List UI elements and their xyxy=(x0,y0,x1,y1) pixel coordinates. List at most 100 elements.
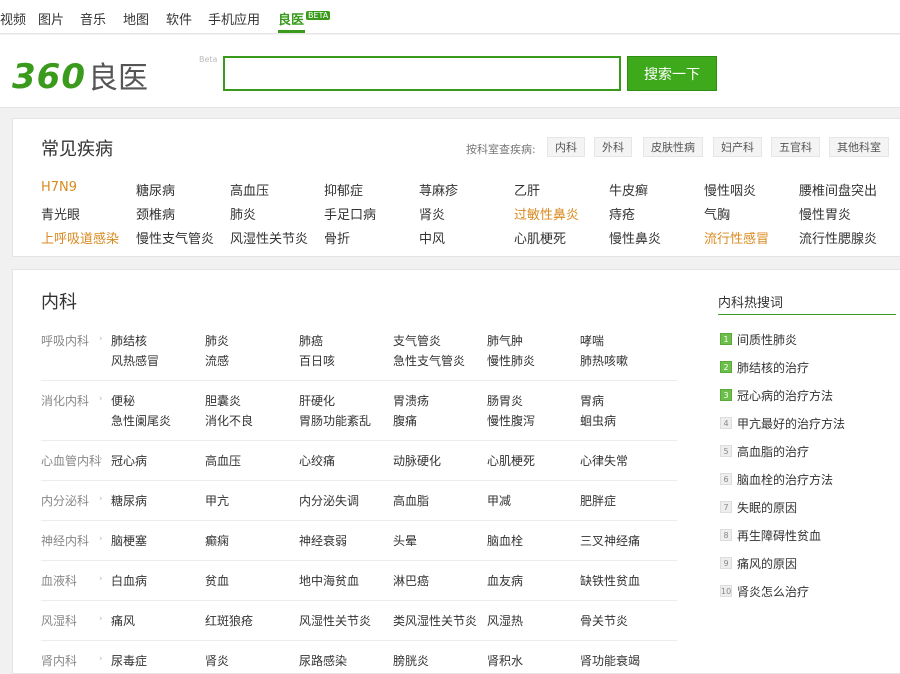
disease-link[interactable]: 颈椎病 xyxy=(136,204,175,223)
category-label[interactable]: 消化内科 xyxy=(41,392,89,409)
disease-link[interactable]: 冠心病 xyxy=(111,452,147,469)
disease-link[interactable]: 淋巴癌 xyxy=(393,572,429,589)
category-label[interactable]: 内分泌科 xyxy=(41,492,89,509)
dept-tag-internal[interactable]: 内科 xyxy=(547,137,585,157)
disease-link[interactable]: 肺结核 xyxy=(111,332,147,349)
disease-link[interactable]: 腰椎间盘突出 xyxy=(799,180,877,199)
disease-link[interactable]: 红斑狼疮 xyxy=(205,612,253,629)
disease-link[interactable]: 肺热咳嗽 xyxy=(580,352,628,369)
disease-link[interactable]: 内分泌失调 xyxy=(299,492,359,509)
disease-link[interactable]: 动脉硬化 xyxy=(393,452,441,469)
disease-link[interactable]: 乙肝 xyxy=(514,180,540,199)
category-label[interactable]: 神经内科 xyxy=(41,532,89,549)
hot-search-item[interactable]: 失眠的原因 xyxy=(737,499,797,516)
logo[interactable]: 360良医 Beta xyxy=(12,53,217,97)
dept-tag-obgyn[interactable]: 妇产科 xyxy=(713,137,762,157)
disease-link[interactable]: 慢性咽炎 xyxy=(704,180,756,199)
disease-link[interactable]: 慢性鼻炎 xyxy=(609,228,661,247)
nav-mobile-apps[interactable]: 手机应用 xyxy=(208,9,260,28)
nav-music[interactable]: 音乐 xyxy=(80,9,106,28)
disease-link[interactable]: 流行性感冒 xyxy=(704,228,769,247)
disease-link[interactable]: 骨关节炎 xyxy=(580,612,628,629)
disease-link[interactable]: 膀胱炎 xyxy=(393,652,429,669)
search-input[interactable] xyxy=(223,56,621,91)
disease-link[interactable]: 心肌梗死 xyxy=(514,228,566,247)
disease-link[interactable]: 高血压 xyxy=(230,180,269,199)
disease-link[interactable]: 手足口病 xyxy=(324,204,376,223)
disease-link[interactable]: 肥胖症 xyxy=(580,492,616,509)
disease-link[interactable]: 贫血 xyxy=(205,572,229,589)
disease-link[interactable]: 甲亢 xyxy=(205,492,229,509)
disease-link[interactable]: 肾炎 xyxy=(205,652,229,669)
disease-link[interactable]: 胃病 xyxy=(580,392,604,409)
disease-link[interactable]: 尿路感染 xyxy=(299,652,347,669)
disease-link[interactable]: 风湿热 xyxy=(487,612,523,629)
disease-link[interactable]: 抑郁症 xyxy=(324,180,363,199)
disease-link[interactable]: 慢性腹泻 xyxy=(487,412,535,429)
disease-link[interactable]: 心肌梗死 xyxy=(487,452,535,469)
nav-video[interactable]: 视频 xyxy=(0,9,26,28)
disease-link[interactable]: 类风湿性关节炎 xyxy=(393,612,477,629)
disease-link[interactable]: 急性支气管炎 xyxy=(393,352,465,369)
nav-software[interactable]: 软件 xyxy=(166,9,192,28)
disease-link[interactable]: 风湿性关节炎 xyxy=(230,228,308,247)
disease-link[interactable]: 地中海贫血 xyxy=(299,572,359,589)
disease-link[interactable]: 肠胃炎 xyxy=(487,392,523,409)
category-label[interactable]: 血液科 xyxy=(41,572,77,589)
disease-link[interactable]: 神经衰弱 xyxy=(299,532,347,549)
disease-link[interactable]: 青光眼 xyxy=(41,204,80,223)
disease-link[interactable]: 中风 xyxy=(419,228,445,247)
disease-link[interactable]: 胆囊炎 xyxy=(205,392,241,409)
disease-link[interactable]: 流感 xyxy=(205,352,229,369)
disease-link[interactable]: 甲减 xyxy=(487,492,511,509)
disease-link[interactable]: 糖尿病 xyxy=(136,180,175,199)
disease-link[interactable]: 肾积水 xyxy=(487,652,523,669)
disease-link[interactable]: 糖尿病 xyxy=(111,492,147,509)
disease-link[interactable]: 尿毒症 xyxy=(111,652,147,669)
disease-link[interactable]: 上呼吸道感染 xyxy=(41,228,119,247)
disease-link[interactable]: 腹痛 xyxy=(393,412,417,429)
disease-link[interactable]: 肺气肿 xyxy=(487,332,523,349)
disease-link[interactable]: 过敏性鼻炎 xyxy=(514,204,579,223)
hot-search-item[interactable]: 肺结核的治疗 xyxy=(737,359,809,376)
dept-tag-other[interactable]: 其他科室 xyxy=(829,137,889,157)
disease-link[interactable]: 哮喘 xyxy=(580,332,604,349)
dept-tag-ent[interactable]: 五官科 xyxy=(771,137,820,157)
disease-link[interactable]: 胃溃疡 xyxy=(393,392,429,409)
disease-link[interactable]: 风热感冒 xyxy=(111,352,159,369)
dept-tag-surgery[interactable]: 外科 xyxy=(594,137,632,157)
disease-link[interactable]: 骨折 xyxy=(324,228,350,247)
hot-search-item[interactable]: 高血脂的治疗 xyxy=(737,443,809,460)
nav-map[interactable]: 地图 xyxy=(123,9,149,28)
disease-link[interactable]: 荨麻疹 xyxy=(419,180,458,199)
disease-link[interactable]: 风湿性关节炎 xyxy=(299,612,371,629)
disease-link[interactable]: 痛风 xyxy=(111,612,135,629)
hot-search-item[interactable]: 肾炎怎么治疗 xyxy=(737,583,809,600)
disease-link[interactable]: 慢性肺炎 xyxy=(487,352,535,369)
disease-link[interactable]: 肺炎 xyxy=(230,204,256,223)
disease-link[interactable]: 气胸 xyxy=(704,204,730,223)
disease-link[interactable]: 痔疮 xyxy=(609,204,635,223)
disease-link[interactable]: 百日咳 xyxy=(299,352,335,369)
disease-link[interactable]: 肺癌 xyxy=(299,332,323,349)
disease-link[interactable]: 肺炎 xyxy=(205,332,229,349)
disease-link[interactable]: 白血病 xyxy=(111,572,147,589)
disease-link[interactable]: 便秘 xyxy=(111,392,135,409)
nav-images[interactable]: 图片 xyxy=(38,9,64,28)
category-label[interactable]: 风湿科 xyxy=(41,612,77,629)
disease-link[interactable]: 心律失常 xyxy=(580,452,628,469)
hot-search-item[interactable]: 再生障碍性贫血 xyxy=(737,527,821,544)
disease-link[interactable]: 肝硬化 xyxy=(299,392,335,409)
disease-link[interactable]: 心绞痛 xyxy=(299,452,335,469)
category-label[interactable]: 心血管内科 xyxy=(41,452,101,469)
disease-link[interactable]: 头晕 xyxy=(393,532,417,549)
disease-link[interactable]: 消化不良 xyxy=(205,412,253,429)
disease-link[interactable]: 慢性胃炎 xyxy=(799,204,851,223)
disease-link[interactable]: 蛔虫病 xyxy=(580,412,616,429)
disease-link[interactable]: 脑血栓 xyxy=(487,532,523,549)
category-label[interactable]: 呼吸内科 xyxy=(41,332,89,349)
disease-link[interactable]: 血友病 xyxy=(487,572,523,589)
nav-liangyi[interactable]: 良医 xyxy=(278,9,304,28)
disease-link[interactable]: 三叉神经痛 xyxy=(580,532,640,549)
hot-search-item[interactable]: 痛风的原因 xyxy=(737,555,797,572)
